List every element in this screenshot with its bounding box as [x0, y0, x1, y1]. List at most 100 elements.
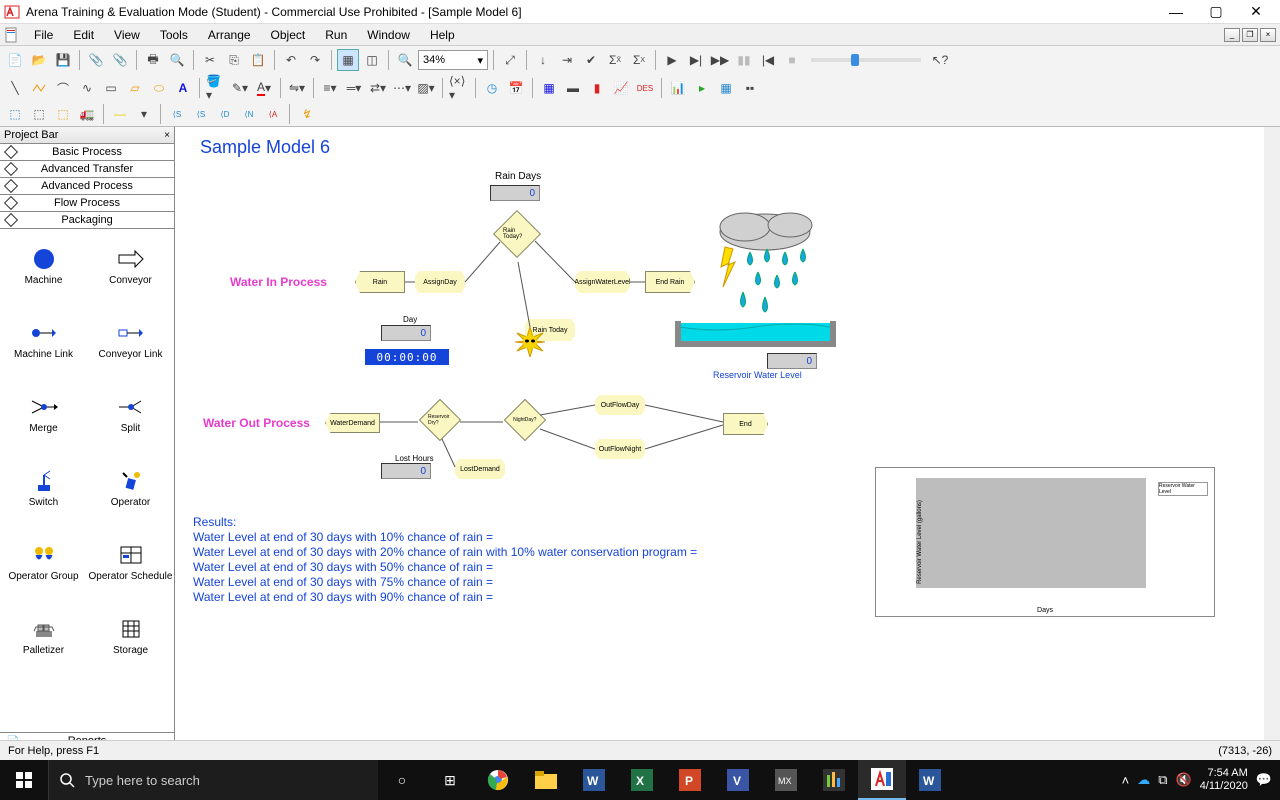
taskbar-visio[interactable]: V: [714, 760, 762, 800]
menu-tools[interactable]: Tools: [150, 26, 198, 44]
paste-button[interactable]: 📋: [247, 49, 269, 71]
mdi-close[interactable]: ×: [1260, 28, 1276, 42]
menu-edit[interactable]: Edit: [63, 26, 104, 44]
nav1-button[interactable]: ⟨S: [166, 103, 188, 125]
speed-slider[interactable]: [811, 58, 921, 62]
taskbar-arena[interactable]: [858, 760, 906, 800]
tray-chevron-icon[interactable]: ˄: [1122, 773, 1130, 788]
item-split[interactable]: Split: [87, 377, 174, 451]
nav2-button[interactable]: ⟨S: [190, 103, 212, 125]
polygon-tool[interactable]: ▱: [124, 77, 146, 99]
menu-help[interactable]: Help: [420, 26, 465, 44]
taskbar-app2[interactable]: [810, 760, 858, 800]
clock-icon[interactable]: ◷: [481, 77, 503, 99]
undo-button[interactable]: ↶: [280, 49, 302, 71]
copy-button[interactable]: ⎘: [223, 49, 245, 71]
menu-run[interactable]: Run: [315, 26, 357, 44]
block-outflow-night[interactable]: OutFlowNight: [595, 439, 645, 459]
stop-button[interactable]: ■: [781, 49, 803, 71]
line-width-button[interactable]: ═▾: [343, 77, 365, 99]
block-water-demand[interactable]: WaterDemand: [325, 413, 380, 433]
histogram-button[interactable]: ▮: [586, 77, 608, 99]
taskbar-powerpoint[interactable]: P: [666, 760, 714, 800]
animate1-button[interactable]: 📊: [667, 77, 689, 99]
start-button[interactable]: [0, 760, 48, 800]
flip-button[interactable]: ⇋▾: [286, 77, 308, 99]
line-tool[interactable]: ╲: [4, 77, 26, 99]
sigma-x-button[interactable]: ΣX̄: [604, 49, 626, 71]
nav4-button[interactable]: ⟨N: [238, 103, 260, 125]
item-machine[interactable]: Machine: [0, 229, 87, 303]
menu-file[interactable]: File: [24, 26, 63, 44]
open-button[interactable]: 📂: [28, 49, 50, 71]
item-switch[interactable]: Switch: [0, 451, 87, 525]
section-advanced-transfer[interactable]: Advanced Transfer: [0, 161, 174, 178]
plot-button[interactable]: 📈: [610, 77, 632, 99]
minimize-button[interactable]: —: [1156, 0, 1196, 24]
arc-tool[interactable]: ⌒: [52, 77, 74, 99]
taskbar-chrome[interactable]: [474, 760, 522, 800]
fill-color-button[interactable]: 🪣▾: [205, 77, 227, 99]
split-button[interactable]: ◫: [361, 49, 383, 71]
step-button[interactable]: ⇥: [556, 49, 578, 71]
zoom-icon[interactable]: 🔍: [394, 49, 416, 71]
block-lost-demand[interactable]: LostDemand: [455, 459, 505, 479]
tray-onedrive-icon[interactable]: ☁: [1137, 772, 1150, 788]
item-operator[interactable]: Operator: [87, 451, 174, 525]
nav3-button[interactable]: ⟨D: [214, 103, 236, 125]
play-button[interactable]: ▶: [661, 49, 683, 71]
sigma-xx-button[interactable]: ΣX: [628, 49, 650, 71]
section-packaging[interactable]: Packaging: [0, 212, 174, 229]
save-button[interactable]: 💾: [52, 49, 74, 71]
block-assign-day[interactable]: AssignDay: [415, 271, 465, 293]
item-machine-link[interactable]: Machine Link: [0, 303, 87, 377]
taskbar-explorer[interactable]: [522, 760, 570, 800]
connector-button[interactable]: ⟨×⟩▾: [448, 77, 470, 99]
pattern-button[interactable]: ▨▾: [415, 77, 437, 99]
block-end-rain[interactable]: End Rain: [645, 271, 695, 293]
start-button[interactable]: |◀: [757, 49, 779, 71]
block-rain[interactable]: Rain: [355, 271, 405, 293]
distance-button[interactable]: 🚛: [76, 103, 98, 125]
date-icon[interactable]: 📅: [505, 77, 527, 99]
layers-button[interactable]: ▦: [337, 49, 359, 71]
mdi-restore[interactable]: ❐: [1242, 28, 1258, 42]
chart-plot[interactable]: Reservoir Water Level Days Reservoir Wat…: [875, 467, 1215, 617]
go-button[interactable]: ↓: [532, 49, 554, 71]
print-button[interactable]: 🖶: [142, 49, 164, 71]
project-bar-close[interactable]: ×: [164, 130, 170, 141]
item-conveyor-link[interactable]: Conveyor Link: [87, 303, 174, 377]
bezier-tool[interactable]: ∿: [76, 77, 98, 99]
tray-clock[interactable]: 7:54 AM 4/11/2020: [1200, 767, 1248, 793]
variable-button[interactable]: ▦: [538, 77, 560, 99]
item-operator-schedule[interactable]: Operator Schedule: [87, 525, 174, 599]
menu-window[interactable]: Window: [357, 26, 420, 44]
taskbar-word2[interactable]: W: [906, 760, 954, 800]
dash-style-button[interactable]: ⋯▾: [391, 77, 413, 99]
block-reservoir-dry-q[interactable]: Reservoir Dry?: [419, 399, 461, 441]
station-button[interactable]: ⬚: [4, 103, 26, 125]
context-help-button[interactable]: ↖?: [929, 49, 951, 71]
level-button[interactable]: ▬: [562, 77, 584, 99]
animate4-button[interactable]: ▪▪: [739, 77, 761, 99]
detach-button[interactable]: 📎: [109, 49, 131, 71]
text-tool[interactable]: A: [172, 77, 194, 99]
taskbar-word[interactable]: W: [570, 760, 618, 800]
block-assign-water-level[interactable]: AssignWaterLevel: [575, 271, 630, 293]
menu-object[interactable]: Object: [261, 26, 316, 44]
segment-button[interactable]: ⬚: [52, 103, 74, 125]
item-palletizer[interactable]: Palletizer: [0, 599, 87, 673]
item-merge[interactable]: Merge: [0, 377, 87, 451]
section-basic-process[interactable]: Basic Process: [0, 144, 174, 161]
zoom-combo[interactable]: 34%▾: [418, 50, 488, 70]
preview-button[interactable]: 🔍: [166, 49, 188, 71]
task-view-button[interactable]: ⊞: [426, 760, 474, 800]
nav5-button[interactable]: ⟨A: [262, 103, 284, 125]
new-button[interactable]: 📄: [4, 49, 26, 71]
animate2-button[interactable]: ▸: [691, 77, 713, 99]
polyline-tool[interactable]: [28, 77, 50, 99]
text-color-button[interactable]: A▾: [253, 77, 275, 99]
block-night-day-q[interactable]: NightDay?: [504, 399, 546, 441]
line-style-button[interactable]: ≡▾: [319, 77, 341, 99]
section-flow-process[interactable]: Flow Process: [0, 195, 174, 212]
